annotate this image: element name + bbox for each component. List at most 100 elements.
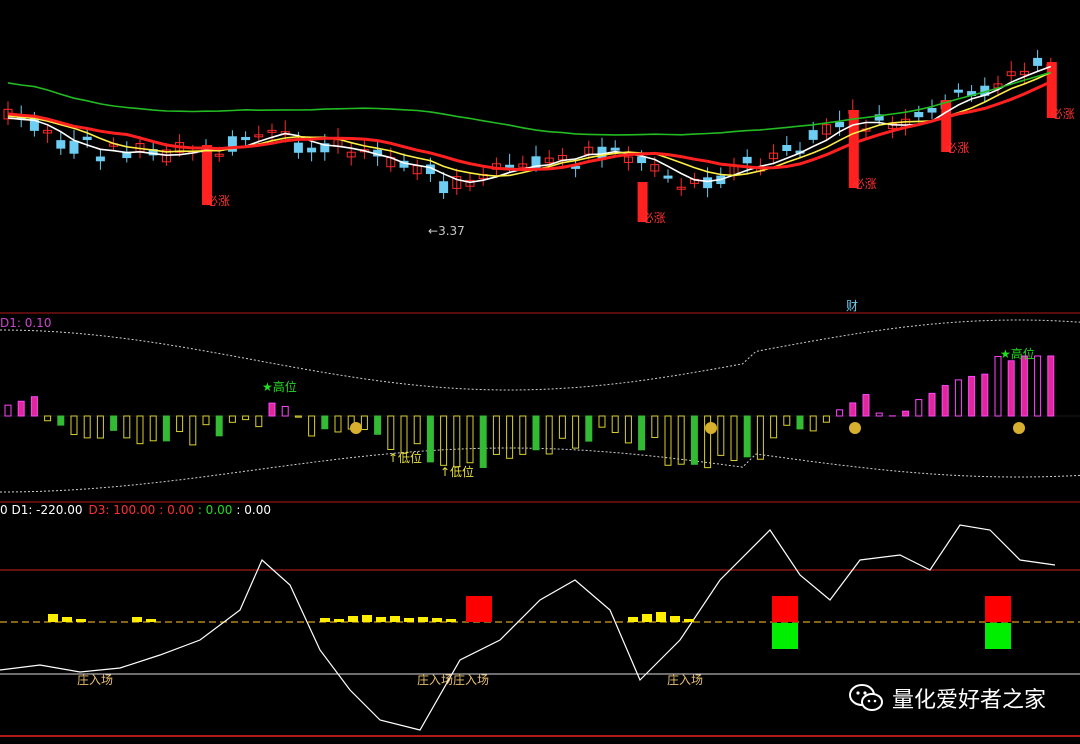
osc-bar-neg <box>242 415 250 421</box>
osc-bar-pos <box>994 355 1002 417</box>
candle-body <box>610 147 620 151</box>
osc-bar-neg <box>717 415 725 456</box>
osc-bar-pos <box>30 396 38 417</box>
candle-body <box>703 177 713 189</box>
osc-bar-neg <box>44 415 52 422</box>
band-line <box>0 319 1080 391</box>
osc-bar-neg <box>506 415 514 459</box>
dealer-header: 0 D1: -220.00 D3: 100.00: 0.00: 0.00: 0.0… <box>0 503 271 517</box>
osc-bar-pos <box>849 402 857 417</box>
osc-bar-pos <box>1047 355 1055 417</box>
dealer-bar <box>48 614 58 622</box>
dealer-bar <box>446 619 456 622</box>
osc-bar-neg <box>413 415 421 445</box>
money-bag-icon <box>350 422 362 434</box>
osc-bar-neg <box>228 415 236 423</box>
dealer-bar <box>62 617 72 622</box>
osc-bar-neg <box>70 415 78 436</box>
dealer-bar <box>376 617 386 622</box>
high-label: ★高位 <box>1000 346 1035 361</box>
osc-bar-neg <box>466 415 474 464</box>
candle-body <box>835 121 845 128</box>
osc-bar-neg <box>110 415 118 431</box>
candle-body <box>742 156 752 164</box>
osc-bar-neg <box>572 415 580 449</box>
osc-bar-neg <box>255 415 263 428</box>
osc-bar-neg <box>532 415 540 451</box>
osc-bar-neg <box>690 415 698 465</box>
signal-block-red <box>985 596 1011 622</box>
osc-bar-neg <box>374 415 382 435</box>
candle-body <box>782 144 792 152</box>
money-bag-icon <box>849 422 861 434</box>
osc-bar-pos <box>981 373 989 417</box>
osc-bar-neg <box>453 415 461 468</box>
osc-bar-neg <box>308 415 316 437</box>
low-label: ↑低位 <box>440 464 474 479</box>
dealer-bar <box>146 619 156 622</box>
sure-rise-label: 必涨 <box>945 140 969 155</box>
osc-bar-neg <box>519 415 527 455</box>
candle-body <box>82 136 92 141</box>
osc-bar-neg <box>479 415 487 468</box>
osc-bar-neg <box>770 415 778 439</box>
osc-bar-pos <box>928 392 936 417</box>
osc-bar-neg <box>598 415 606 428</box>
dealer-enter-label: 庄入场 <box>667 672 703 687</box>
candle-body <box>439 181 449 194</box>
ma-line-1 <box>7 65 1052 184</box>
osc-bar-neg <box>123 415 131 439</box>
osc-bar-neg <box>426 415 434 463</box>
osc-bar-neg <box>558 415 566 439</box>
osc-bar-pos <box>836 409 844 417</box>
dealer-bar <box>334 619 344 622</box>
dealer-bar <box>76 619 86 622</box>
candle-body <box>927 107 937 113</box>
osc-bar-neg <box>149 415 157 442</box>
candle-body <box>505 164 515 168</box>
candle-body <box>95 156 105 162</box>
watermark-text: 量化爱好者之家 <box>891 688 1046 713</box>
osc-bar-neg <box>611 415 619 433</box>
candle-body <box>808 130 818 140</box>
sure-rise-label: 必涨 <box>1051 106 1075 121</box>
dealer-bar <box>628 617 638 622</box>
osc-bar-pos <box>875 412 883 417</box>
high-label: ★高位 <box>262 379 297 394</box>
d0-prefix: 0 <box>0 503 11 517</box>
osc-bar-neg <box>756 415 764 460</box>
dealer-bar <box>418 617 428 622</box>
osc-bar-neg <box>189 415 197 446</box>
osc-bar-pos <box>902 410 910 417</box>
osc-bar-pos <box>4 404 12 417</box>
osc-bar-neg <box>83 415 91 439</box>
osc-bar-pos <box>281 405 289 417</box>
sure-rise-label: 必涨 <box>642 210 666 225</box>
osc-bar-pos <box>1020 355 1028 417</box>
osc-bar-neg <box>136 415 144 445</box>
dealer-bar <box>656 612 666 622</box>
candle-body <box>663 175 673 179</box>
osc-bar-neg <box>638 415 646 451</box>
osc-bar-pos <box>968 375 976 417</box>
signal-block-green <box>772 623 798 649</box>
money-bag-icon <box>1013 422 1025 434</box>
candle-body <box>1033 57 1043 66</box>
osc-bar-neg <box>387 415 395 450</box>
osc-bar-neg <box>585 415 593 442</box>
osc-bar-pos <box>268 402 276 417</box>
osc-bar-pos <box>954 379 962 417</box>
osc-bar-neg <box>624 415 632 444</box>
dealer-bar <box>642 614 652 622</box>
osc-bar-pos <box>862 394 870 417</box>
candle-body <box>293 142 303 153</box>
low-label: ↑低位 <box>388 450 422 465</box>
osc-bar-pos <box>1007 360 1015 417</box>
osc-bar-neg <box>215 415 223 437</box>
ma-line-3 <box>7 80 1052 172</box>
osc-bar-neg <box>651 415 659 438</box>
osc-bar-pos <box>941 385 949 417</box>
osc-bar-neg <box>730 415 738 462</box>
dealer-enter-label: 庄入场 <box>453 672 489 687</box>
dealer-bar <box>348 616 358 622</box>
